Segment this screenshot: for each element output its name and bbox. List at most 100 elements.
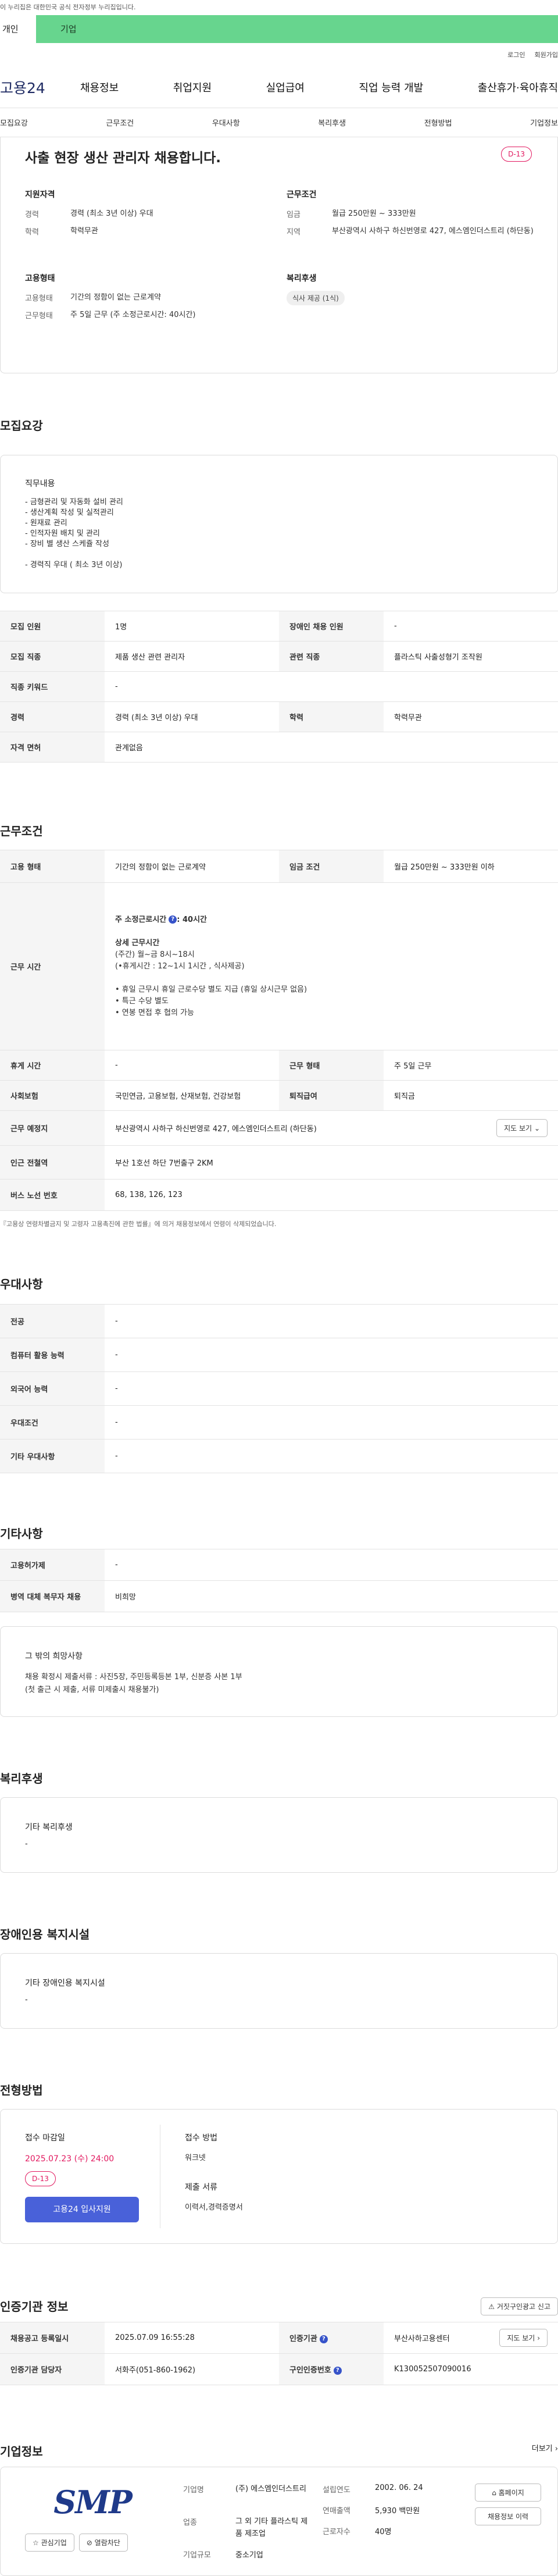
employment-heading: 고용형태 xyxy=(25,274,55,283)
recruit-headcount-value: 1명 xyxy=(105,611,279,642)
signup-link[interactable]: 회원가입 xyxy=(535,50,558,59)
subnav-welfare[interactable]: 복리후생 xyxy=(318,117,346,128)
related-job-value: 플라스틱 사출성형기 조작원 xyxy=(384,641,558,672)
duty-line: - 장비 별 생산 스케쥴 작성 xyxy=(25,540,109,548)
agency-map-button[interactable]: 지도 보기 › xyxy=(499,2329,548,2347)
subnav-preference[interactable]: 우대사항 xyxy=(212,117,240,128)
employment-permit-value: - xyxy=(105,1549,558,1581)
industry-value: 그 외 기타 플라스틱 제품 제조업 xyxy=(235,2517,308,2538)
table-row: 고용허가제 - xyxy=(0,1549,558,1581)
duty-line: - 경력직 우대 ( 최소 3년 이상) xyxy=(25,561,123,569)
subnav-company[interactable]: 기업정보 xyxy=(530,117,558,128)
duty-lines: - 금형관리 및 자동화 설비 관리 - 생산계획 작성 및 실적관리 - 원재… xyxy=(25,497,533,571)
employment-permit-label: 고용허가제 xyxy=(0,1549,105,1581)
table-row: 근무 시간 주 소정근로시간?: 40시간 상세 근무시간 (주간) 월~금 8… xyxy=(0,882,558,1050)
duty-heading: 직무내용 xyxy=(25,479,55,489)
hours-total-label: 주 소정근로시간 xyxy=(115,915,167,924)
table-row: 직종 키워드 - xyxy=(0,671,558,702)
employ-type-label: 고용 형태 xyxy=(0,850,105,883)
process-section-head: 전형방법 xyxy=(0,2029,558,2102)
welfare-section-head: 복리후생 xyxy=(0,1717,558,1790)
rest-value: - xyxy=(105,1050,279,1081)
duty-line xyxy=(25,550,533,560)
work-form-value: 주 5일 근무 (주 소정근로시간: 40시간) xyxy=(70,311,196,320)
report-fake-ad-button[interactable]: ⚠ 거짓구인광고 신고 xyxy=(481,2297,558,2315)
apply-button[interactable]: 고용24 입사지원 xyxy=(25,2197,139,2222)
etc-title: 기타사항 xyxy=(0,1527,43,1541)
gnb-item-jobs[interactable]: 채용정보 xyxy=(80,80,119,95)
conditions-table: 고용 형태 기간의 정함이 없는 근로계약 임금 조건 월급 250만원 ~ 3… xyxy=(0,850,558,1211)
section-subnav: 모집요강 근무조건 우대사항 복리후생 전형방법 기업정보 xyxy=(0,108,558,137)
company-title: 기업정보 xyxy=(0,2445,43,2459)
table-row: 기타 우대사항 - xyxy=(0,1439,558,1473)
disability-box-heading: 기타 장애인용 복지시설 xyxy=(25,1979,105,1988)
military-alt-value: 비희망 xyxy=(105,1580,558,1612)
insurance-value: 국민연금, 고용보험, 산재보험, 건강보험 xyxy=(105,1080,279,1111)
agency-cell: 부산사하고용센터 지도 보기 › xyxy=(384,2322,558,2354)
subnav-conditions[interactable]: 근무조건 xyxy=(106,117,134,128)
table-row: 채용공고 등록일시 2025.07.09 16:55:28 인증기관? 부산사하… xyxy=(0,2322,558,2354)
question-circle-icon[interactable]: ? xyxy=(333,2366,342,2375)
process-card: 접수 마감일 2025.07.23 (수) 24:00 D-13 고용24 입사… xyxy=(0,2109,558,2244)
other-preference-label: 기타 우대사항 xyxy=(0,1439,105,1473)
process-dday-badge: D-13 xyxy=(25,2171,56,2186)
cert-no-label-cell: 구인인증번호? xyxy=(279,2353,384,2385)
agency-label-cell: 인증기관? xyxy=(279,2322,384,2354)
chevron-right-icon: › xyxy=(537,2334,540,2342)
subnav-process[interactable]: 전형방법 xyxy=(424,117,452,128)
gnb-item-unemployment[interactable]: 실업급여 xyxy=(266,80,305,95)
gnb-item-parental-leave[interactable]: 출산휴가·육아휴직 xyxy=(478,80,558,95)
user-type-tabs: 개인 기업 xyxy=(0,15,558,43)
extra-wish-line: 채용 확정시 제출서류 : 사진5장, 주민등록등본 1부, 신분증 사본 1부 xyxy=(25,1673,242,1681)
global-nav: 고용24 채용정보 취업지원 실업급여 직업 능력 개발 출산휴가·육아휴직 xyxy=(0,66,558,108)
staff-label: 근로자수 xyxy=(323,2528,350,2536)
region-value: 부산광역시 사하구 하신번영로 427, 에스엠인더스트리 (하단동) xyxy=(332,227,534,236)
gnb-item-employment-support[interactable]: 취업지원 xyxy=(173,80,212,95)
welfare-badge: 식사 제공 (1식) xyxy=(287,291,345,305)
preference-title: 우대사항 xyxy=(0,1277,43,1291)
question-circle-icon[interactable]: ? xyxy=(319,2335,328,2343)
workplace-cell: 부산광역시 사하구 하신번영로 427, 에스엠인더스트리 (하단동) 지도 보… xyxy=(105,1110,558,1146)
duty-line: - 인적자원 배치 및 관리 xyxy=(25,529,100,538)
tab-enterprise[interactable]: 기업 xyxy=(36,15,558,43)
job-category-label: 모집 직종 xyxy=(0,641,105,672)
work-form-row-value: 주 5일 근무 xyxy=(384,1050,558,1081)
disabled-headcount-value: - xyxy=(384,611,558,642)
qualification-heading: 지원자격 xyxy=(25,190,55,199)
disability-title: 장애인용 복지시설 xyxy=(0,1927,90,1941)
subnav-recruit[interactable]: 모집요강 xyxy=(0,117,28,128)
computer-skill-label: 컴퓨터 활용 능력 xyxy=(0,1338,105,1372)
preference-table: 전공 - 컴퓨터 활용 능력 - 외국어 능력 - 우대조건 - 기타 우대사항 - xyxy=(0,1304,558,1473)
etc-table: 고용허가제 - 병역 대체 복무자 채용 비희망 xyxy=(0,1549,558,1612)
education-row-label: 학력 xyxy=(279,701,384,732)
hours-total-value: : 40시간 xyxy=(177,915,207,924)
company-more-link[interactable]: 더보기 › xyxy=(532,2442,558,2453)
education-row-value: 학력무관 xyxy=(384,701,558,732)
site-logo[interactable]: 고용24 xyxy=(0,77,80,98)
hours-line: (•휴게시간 : 12~1시 1시간 , 식사제공) xyxy=(115,961,245,971)
employment-type-label: 고용형태 xyxy=(25,294,53,303)
disability-box-value: - xyxy=(25,1996,28,2004)
block-view-button[interactable]: ⊘ 열람차단 xyxy=(78,2534,128,2552)
gnb-item-training[interactable]: 직업 능력 개발 xyxy=(359,80,423,95)
table-row: 인근 전철역 부산 1호선 하단 7번출구 2KM xyxy=(0,1145,558,1180)
bus-value: 68, 138, 126, 123 xyxy=(105,1179,558,1211)
workplace-map-button[interactable]: 지도 보기 ⌄ xyxy=(496,1119,548,1137)
etc-section-head: 기타사항 xyxy=(0,1473,558,1549)
chevron-right-icon: › xyxy=(555,2445,558,2453)
table-row: 경력 경력 (최소 3년 이상) 우대 학력 학력무관 xyxy=(0,701,558,732)
tab-individual[interactable]: 개인 xyxy=(0,15,36,43)
hours-line: • 연봉 면접 후 협의 가능 xyxy=(115,1008,194,1017)
bus-label: 버스 노선 번호 xyxy=(0,1179,105,1211)
subway-label: 인근 전철역 xyxy=(0,1145,105,1180)
docs-value: 이력서,경력증명서 xyxy=(185,2203,243,2212)
edu-label: 학력 xyxy=(25,228,39,237)
login-link[interactable]: 로그인 xyxy=(507,50,525,59)
interest-company-button[interactable]: ☆ 관심기업 xyxy=(25,2534,74,2552)
homepage-button[interactable]: ⌂ 홈페이지 xyxy=(475,2484,541,2502)
welfare-box-heading: 기타 복리후생 xyxy=(25,1823,73,1832)
question-circle-icon[interactable]: ? xyxy=(169,915,177,924)
recruit-section-head: 모집요강 xyxy=(0,373,558,455)
computer-skill-value: - xyxy=(105,1338,558,1372)
job-history-button[interactable]: 채용정보 이력 xyxy=(475,2507,541,2525)
